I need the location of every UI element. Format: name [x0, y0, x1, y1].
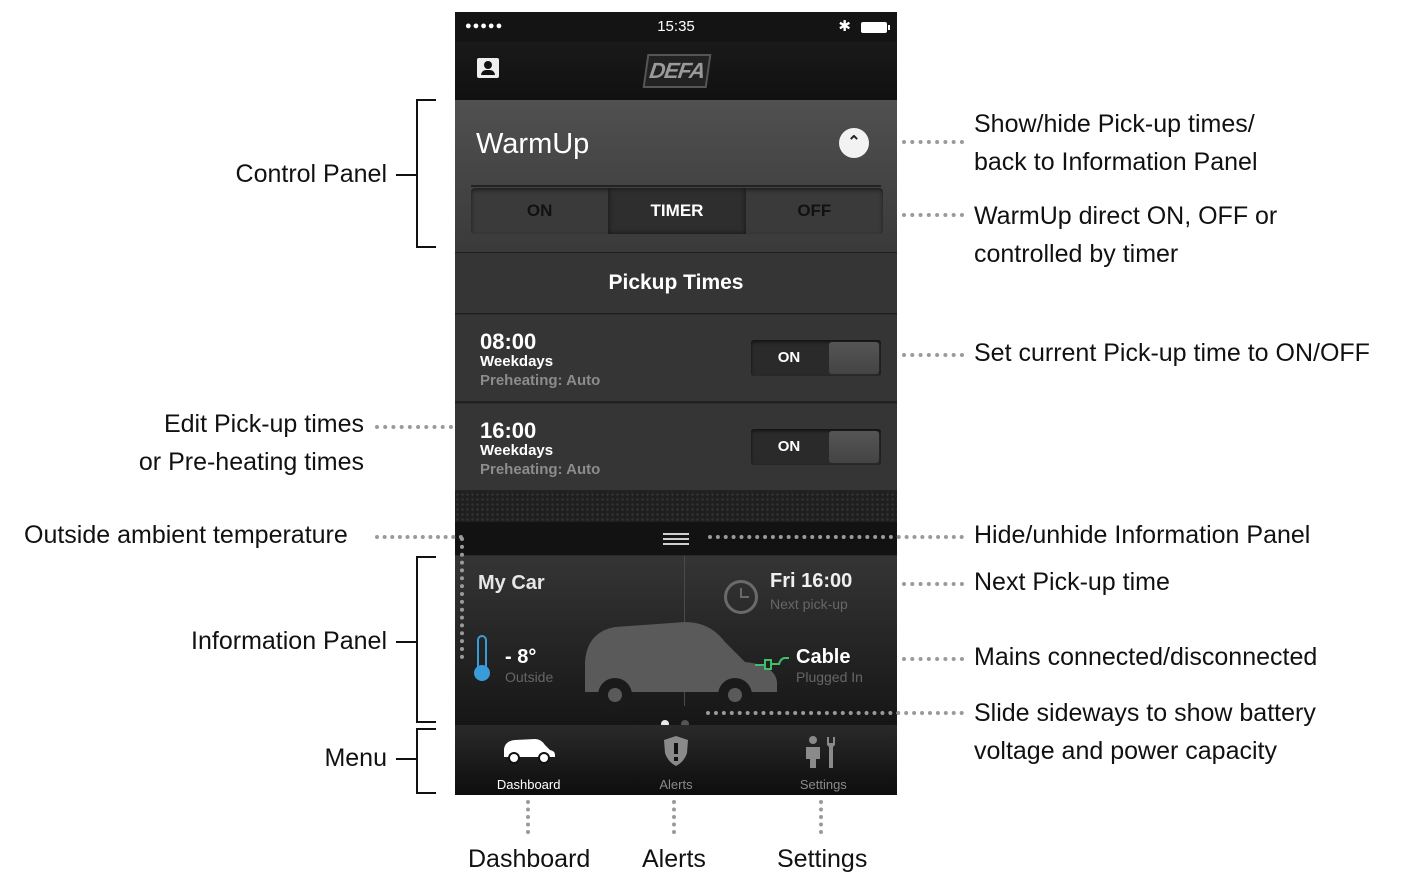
tab-alerts[interactable]: Alerts [602, 725, 749, 795]
toggle-knob [829, 431, 879, 463]
annotation-bracket [416, 99, 436, 248]
pickup-time: 08:00 [480, 329, 537, 354]
person-wrench-icon [806, 736, 836, 768]
annotation-menu: Menu [324, 744, 387, 772]
annotation-next-pickup: Next Pick-up time [974, 568, 1170, 596]
next-pickup-time: Fri 16:00 [770, 570, 853, 592]
annotation-leader [902, 657, 964, 661]
annotation-warmup-line1: WarmUp direct ON, OFF or [974, 202, 1278, 230]
annotation-mains: Mains connected/disconnected [974, 643, 1318, 671]
profile-icon[interactable] [477, 58, 499, 78]
annotation-show-hide-line2: back to Information Panel [974, 148, 1258, 176]
tab-label: Dashboard [496, 777, 561, 792]
annotation-leader [375, 425, 453, 429]
tab-label: Settings [799, 777, 847, 792]
annotation-leader [375, 535, 463, 539]
mains-status: Cable [796, 646, 851, 668]
car-silhouette-icon [585, 622, 777, 712]
pickup-toggle[interactable]: ON [751, 340, 881, 376]
annotation-information-panel: Information Panel [191, 627, 387, 655]
annotation-leader [460, 537, 464, 659]
mains-label: Plugged In [796, 669, 863, 685]
annotation-bracket [416, 556, 436, 723]
pickup-times-header: Pickup Times [455, 252, 897, 314]
annotation-edit-line1: Edit Pick-up times [163, 410, 364, 438]
warmup-mode-selector: ON TIMER OFF [471, 188, 883, 234]
next-pickup-label: Next pick-up [770, 596, 848, 612]
pickup-preheat: Preheating: Auto [480, 372, 601, 389]
annotation-leader [902, 353, 964, 357]
annotation-leader [902, 213, 964, 217]
tab-dashboard[interactable]: Dashboard [455, 725, 602, 795]
divider [471, 185, 881, 187]
annotation-edit-line2: or Pre-heating times [138, 448, 364, 476]
tab-bar: Dashboard Alerts Settings [455, 725, 897, 795]
pickup-days: Weekdays [480, 353, 554, 370]
shield-alert-icon [663, 736, 688, 766]
clock-icon [724, 580, 758, 614]
status-bar: ●●●●● 15:35 ✱ [455, 12, 897, 42]
collapse-chevron-icon[interactable]: ⌃ [839, 128, 869, 158]
tab-settings[interactable]: Settings [750, 725, 897, 795]
annotation-control-panel: Control Panel [235, 160, 387, 188]
pickup-row[interactable]: 16:00 Weekdays Preheating: Auto ON [455, 404, 897, 492]
bluetooth-icon: ✱ [838, 18, 851, 35]
plug-icon [755, 657, 789, 670]
defa-logo: DEFA [642, 54, 712, 88]
hamburger-icon[interactable] [663, 533, 689, 545]
toggle-label: ON [777, 349, 801, 366]
annotation-tab-alerts: Alerts [642, 845, 706, 873]
annotation-slide-line2: voltage and power capacity [974, 737, 1277, 765]
pickup-preheat: Preheating: Auto [480, 461, 601, 478]
annotation-leader [902, 582, 964, 586]
annotation-leader [526, 800, 530, 834]
mode-off-button[interactable]: OFF [746, 188, 883, 234]
annotation-leader [706, 711, 964, 715]
annotation-tick [396, 174, 416, 176]
nav-bar: DEFA [455, 42, 897, 100]
annotation-slide-line1: Slide sideways to show battery [974, 699, 1316, 727]
annotation-warmup-line2: controlled by timer [974, 240, 1179, 268]
car-name: My Car [478, 572, 545, 594]
annotation-tab-settings: Settings [777, 845, 868, 873]
annotation-outside-temp: Outside ambient temperature [24, 521, 348, 549]
pickup-row[interactable]: 08:00 Weekdays Preheating: Auto ON [455, 315, 897, 403]
outside-temperature: - 8° [505, 646, 537, 668]
outside-label: Outside [505, 669, 554, 685]
car-icon [503, 739, 555, 764]
phone-screen: ●●●●● 15:35 ✱ DEFA WarmUp ⌃ ON TIMER OFF… [455, 12, 897, 795]
toggle-knob [829, 342, 879, 374]
battery-icon [861, 22, 890, 33]
pickup-days: Weekdays [480, 442, 554, 459]
annotation-tick [396, 758, 416, 760]
annotation-tick [396, 641, 416, 643]
annotation-leader [902, 140, 964, 144]
pickup-time: 16:00 [480, 418, 537, 443]
mesh-separator [455, 492, 897, 522]
information-panel[interactable]: My Car Fri 16:00 Next pick-up - 8° Outsi… [455, 522, 897, 728]
annotation-set-pickup: Set current Pick-up time to ON/OFF [974, 339, 1370, 367]
annotation-show-hide-line1: Show/hide Pick-up times/ [974, 110, 1255, 138]
status-time: 15:35 [657, 18, 695, 35]
control-panel-title: WarmUp [476, 128, 590, 160]
annotation-tab-dashboard: Dashboard [468, 845, 591, 873]
mode-timer-button[interactable]: TIMER [608, 188, 746, 234]
annotation-leader [672, 800, 676, 834]
annotation-bracket [416, 728, 436, 794]
annotation-leader [819, 800, 823, 834]
annotation-hide-info: Hide/unhide Information Panel [974, 521, 1311, 549]
info-panel-handle[interactable] [455, 522, 897, 556]
annotation-leader [708, 535, 964, 539]
thermometer-icon [474, 635, 490, 681]
control-panel: WarmUp ⌃ ON TIMER OFF [455, 100, 897, 252]
toggle-label: ON [777, 438, 801, 455]
tab-label: Alerts [659, 777, 693, 792]
pickup-toggle[interactable]: ON [751, 429, 881, 465]
mode-on-button[interactable]: ON [471, 188, 608, 234]
